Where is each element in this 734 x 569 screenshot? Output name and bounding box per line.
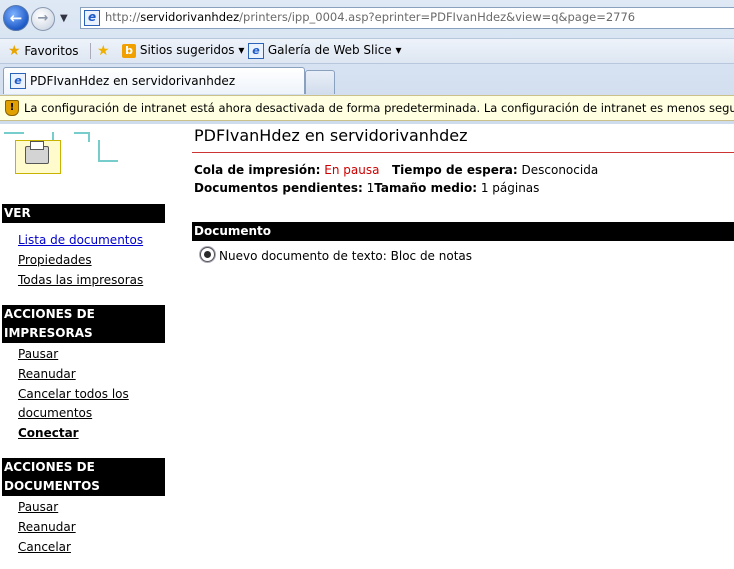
bing-icon: b <box>122 44 136 58</box>
pending-label: Documentos pendientes: <box>194 181 363 195</box>
wait-value: Desconocida <box>521 163 599 177</box>
browser-chrome: ← → ▼ e http://servidorivanhdez/printers… <box>0 0 734 124</box>
link-pause-document[interactable]: Pausar <box>18 498 58 517</box>
avg-size-value: 1 páginas <box>480 181 540 195</box>
document-actions-header-line2: DOCUMENTOS <box>4 479 100 493</box>
link-resume-printer[interactable]: Reanudar <box>18 365 76 384</box>
link-connect[interactable]: Conectar <box>18 424 79 443</box>
favorites-separator <box>90 43 91 59</box>
link-resume-document[interactable]: Reanudar <box>18 518 76 537</box>
document-name: Nuevo documento de texto: Bloc de notas <box>219 249 473 263</box>
logo-line <box>88 132 90 142</box>
document-radio[interactable] <box>200 247 215 262</box>
link-all-printers[interactable]: Todas las impresoras <box>18 271 143 290</box>
web-slice-label: Galería de Web Slice ▾ <box>267 43 402 57</box>
tab-active[interactable]: e PDFIvanHdez en servidorivanhdez <box>3 67 305 94</box>
suggested-sites-button[interactable]: b Sitios sugeridos ▾ <box>122 43 244 58</box>
information-bar[interactable]: ! La configuración de intranet está ahor… <box>0 95 734 121</box>
queue-status: Cola de impresión: En pausa <box>194 163 379 177</box>
link-cancel-all-line1[interactable]: Cancelar todos los <box>18 385 129 404</box>
link-cancel-all-line2[interactable]: documentos <box>18 404 92 423</box>
link-pause-printer[interactable]: Pausar <box>18 345 58 364</box>
printer-actions-header: ACCIONES DE IMPRESORAS <box>2 305 165 343</box>
back-arrow-icon: ← <box>9 9 23 27</box>
add-star-icon: ★ <box>97 43 110 59</box>
logo-line <box>98 160 118 162</box>
suggested-sites-label: Sitios sugeridos ▾ <box>139 43 245 57</box>
forward-arrow-icon: → <box>37 11 49 26</box>
queue-value: En pausa <box>324 163 380 177</box>
document-actions-header: ACCIONES DE DOCUMENTOS <box>2 458 165 496</box>
printer-actions-header-line1: ACCIONES DE <box>4 307 95 321</box>
star-icon: ★ <box>8 43 21 59</box>
ver-header: VER <box>2 204 165 223</box>
document-row[interactable]: Nuevo documento de texto: Bloc de notas <box>200 247 472 263</box>
address-url[interactable]: http://servidorivanhdez/printers/ipp_000… <box>105 10 635 24</box>
pending-docs: Documentos pendientes: 1Tamaño medio: 1 … <box>194 181 539 195</box>
page-title: PDFIvanHdez en servidorivanhdez <box>194 126 468 145</box>
forward-button[interactable]: → <box>31 7 55 31</box>
printer-icon <box>25 141 49 164</box>
link-cancel-document[interactable]: Cancelar <box>18 538 71 557</box>
shield-warning-icon: ! <box>5 100 19 116</box>
link-document-list[interactable]: Lista de documentos <box>18 231 143 250</box>
address-bar[interactable]: e http://servidorivanhdez/printers/ipp_0… <box>80 7 734 29</box>
back-button[interactable]: ← <box>3 5 29 31</box>
link-properties[interactable]: Propiedades <box>18 251 92 270</box>
new-tab-button[interactable] <box>305 70 335 94</box>
avg-size-label: Tamaño medio: <box>374 181 477 195</box>
document-column-header: Documento <box>192 222 734 241</box>
infobar-text: La configuración de intranet está ahora … <box>24 101 734 115</box>
printer-logo <box>4 132 124 180</box>
recent-pages-dropdown-icon[interactable]: ▼ <box>60 13 68 24</box>
logo-line <box>4 132 24 134</box>
ie-page-icon: e <box>84 10 100 26</box>
document-actions-header-line1: ACCIONES DE <box>4 460 95 474</box>
tab-title: PDFIvanHdez en servidorivanhdez <box>30 74 236 88</box>
printer-actions-header-line2: IMPRESORAS <box>4 326 93 340</box>
tab-ie-icon: e <box>10 73 26 89</box>
title-divider <box>192 152 734 153</box>
wait-time: Tiempo de espera: Desconocida <box>392 163 598 177</box>
wait-label: Tiempo de espera: <box>392 163 518 177</box>
ie-icon: e <box>248 43 264 59</box>
url-host: servidorivanhdez <box>140 10 240 24</box>
url-path: /printers/ipp_0004.asp?eprinter=PDFIvanH… <box>239 10 636 24</box>
add-favorite-button[interactable]: ★ <box>97 43 110 59</box>
tab-strip: e PDFIvanHdez en servidorivanhdez <box>0 63 734 95</box>
favorites-label: Favoritos <box>24 44 79 58</box>
favorites-bar: ★ Favoritos ★ b Sitios sugeridos ▾ e Gal… <box>0 38 734 64</box>
web-slice-gallery-button[interactable]: e Galería de Web Slice ▾ <box>248 43 402 59</box>
queue-label: Cola de impresión: <box>194 163 321 177</box>
page-content: VER Lista de documentos Propiedades Toda… <box>0 124 734 569</box>
url-prefix: http:// <box>105 10 141 24</box>
favorites-button[interactable]: ★ Favoritos <box>8 43 79 59</box>
logo-line <box>98 140 100 162</box>
